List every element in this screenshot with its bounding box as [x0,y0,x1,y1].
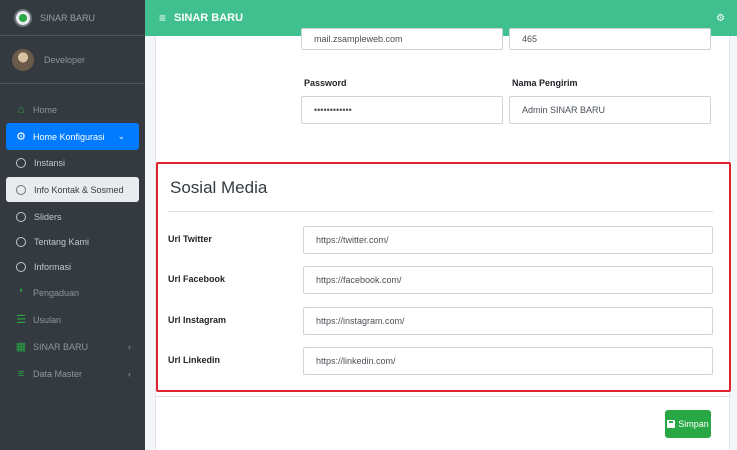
chat-icon: ❛ [19,287,23,299]
sidebar-item-label: SINAR BARU [33,341,89,352]
sidebar-item-label: Info Kontak & Sosmed [34,184,124,195]
chevron-left-icon: ‹ [128,368,131,379]
chevron-down-icon: ⌄ [117,131,125,141]
list-icon: ☰ [16,314,26,326]
facebook-field[interactable]: https://facebook.com/ [303,266,713,294]
divider [168,211,713,212]
sidebar-item-home-konfigurasi[interactable]: ⚙ Home Konfigurasi ⌄ [6,123,139,150]
section-title: Sosial Media [170,178,268,197]
save-label: Simpan [678,419,709,429]
twitter-field[interactable]: https://twitter.com/ [303,226,713,254]
sidebar-item-label: Pengaduan [33,287,80,298]
page-title: SINAR BARU [174,12,244,24]
linkedin-label: Url Linkedin [168,355,221,365]
email-host-field[interactable]: mail.zsampleweb.com [301,28,503,50]
settings-card: mail.zsampleweb.com 465 Password •••••••… [155,28,731,450]
footer-divider [156,396,731,397]
user-panel[interactable]: Developer [0,36,145,84]
linkedin-field[interactable]: https://linkedin.com/ [303,347,713,375]
circle-icon [16,211,26,222]
circle-icon [16,184,26,195]
home-icon: ⌂ [17,103,25,116]
instagram-label: Url Instagram [168,315,227,325]
circle-icon [16,261,26,272]
facebook-label: Url Facebook [168,274,226,284]
save-button[interactable]: Simpan [665,410,711,438]
circle-icon [16,236,26,247]
social-media-section: Sosial Media Url Twitter https://twitter… [156,162,731,392]
sender-label: Nama Pengirim [512,78,578,88]
building-icon: ▦ [15,341,27,353]
sidebar: SINAR BARU Developer ⌂ Home ⚙ Home Konfi… [0,0,145,450]
instagram-field[interactable]: https://instagram.com/ [303,307,713,335]
sidebar-item-instansi[interactable]: Instansi [0,150,145,175]
user-name: Developer [44,54,86,65]
sidebar-item-home[interactable]: ⌂ Home [0,96,145,123]
save-icon [667,420,676,428]
brand-name: SINAR BARU [40,12,96,23]
cogs-icon: ⚙ [16,131,26,143]
hamburger-icon[interactable]: ≡ [159,11,166,25]
sender-field[interactable]: Admin SINAR BARU [509,96,711,124]
sidebar-item-label: Home Konfigurasi [33,131,105,142]
circle-icon [16,157,26,168]
sidebar-item-label: Home [33,104,58,115]
port-field[interactable]: 465 [509,28,711,50]
sidebar-item-usulan[interactable]: ☰ Usulan [0,306,145,333]
sidebar-nav: ⌂ Home ⚙ Home Konfigurasi ⌄ Instansi Inf… [0,84,145,387]
sidebar-item-sinar-baru[interactable]: ▦ SINAR BARU ‹ [0,333,145,360]
sidebar-item-data-master[interactable]: ≡ Data Master ‹ [0,360,145,387]
chevron-left-icon: ‹ [128,341,131,352]
sidebar-item-label: Data Master [33,368,83,379]
database-icon: ≡ [17,367,25,380]
sidebar-item-info-kontak[interactable]: Info Kontak & Sosmed [6,177,139,202]
sidebar-item-label: Usulan [33,314,62,325]
brand-logo-icon [14,8,32,27]
twitter-label: Url Twitter [168,234,212,244]
gear-icon[interactable]: ⚙ [716,13,725,24]
sidebar-item-label: Sliders [34,211,62,222]
sidebar-item-label: Instansi [34,157,66,168]
sidebar-item-sliders[interactable]: Sliders [0,204,145,229]
sidebar-item-pengaduan[interactable]: ❛ Pengaduan [0,279,145,306]
sidebar-item-label: Tentang Kami [34,236,90,247]
password-field[interactable]: •••••••••••• [301,96,503,124]
sidebar-item-label: Informasi [34,261,72,272]
sidebar-item-tentang-kami[interactable]: Tentang Kami [0,229,145,254]
avatar [12,48,34,71]
brand[interactable]: SINAR BARU [0,0,145,36]
sidebar-item-informasi[interactable]: Informasi [0,254,145,279]
password-label: Password [304,78,347,88]
